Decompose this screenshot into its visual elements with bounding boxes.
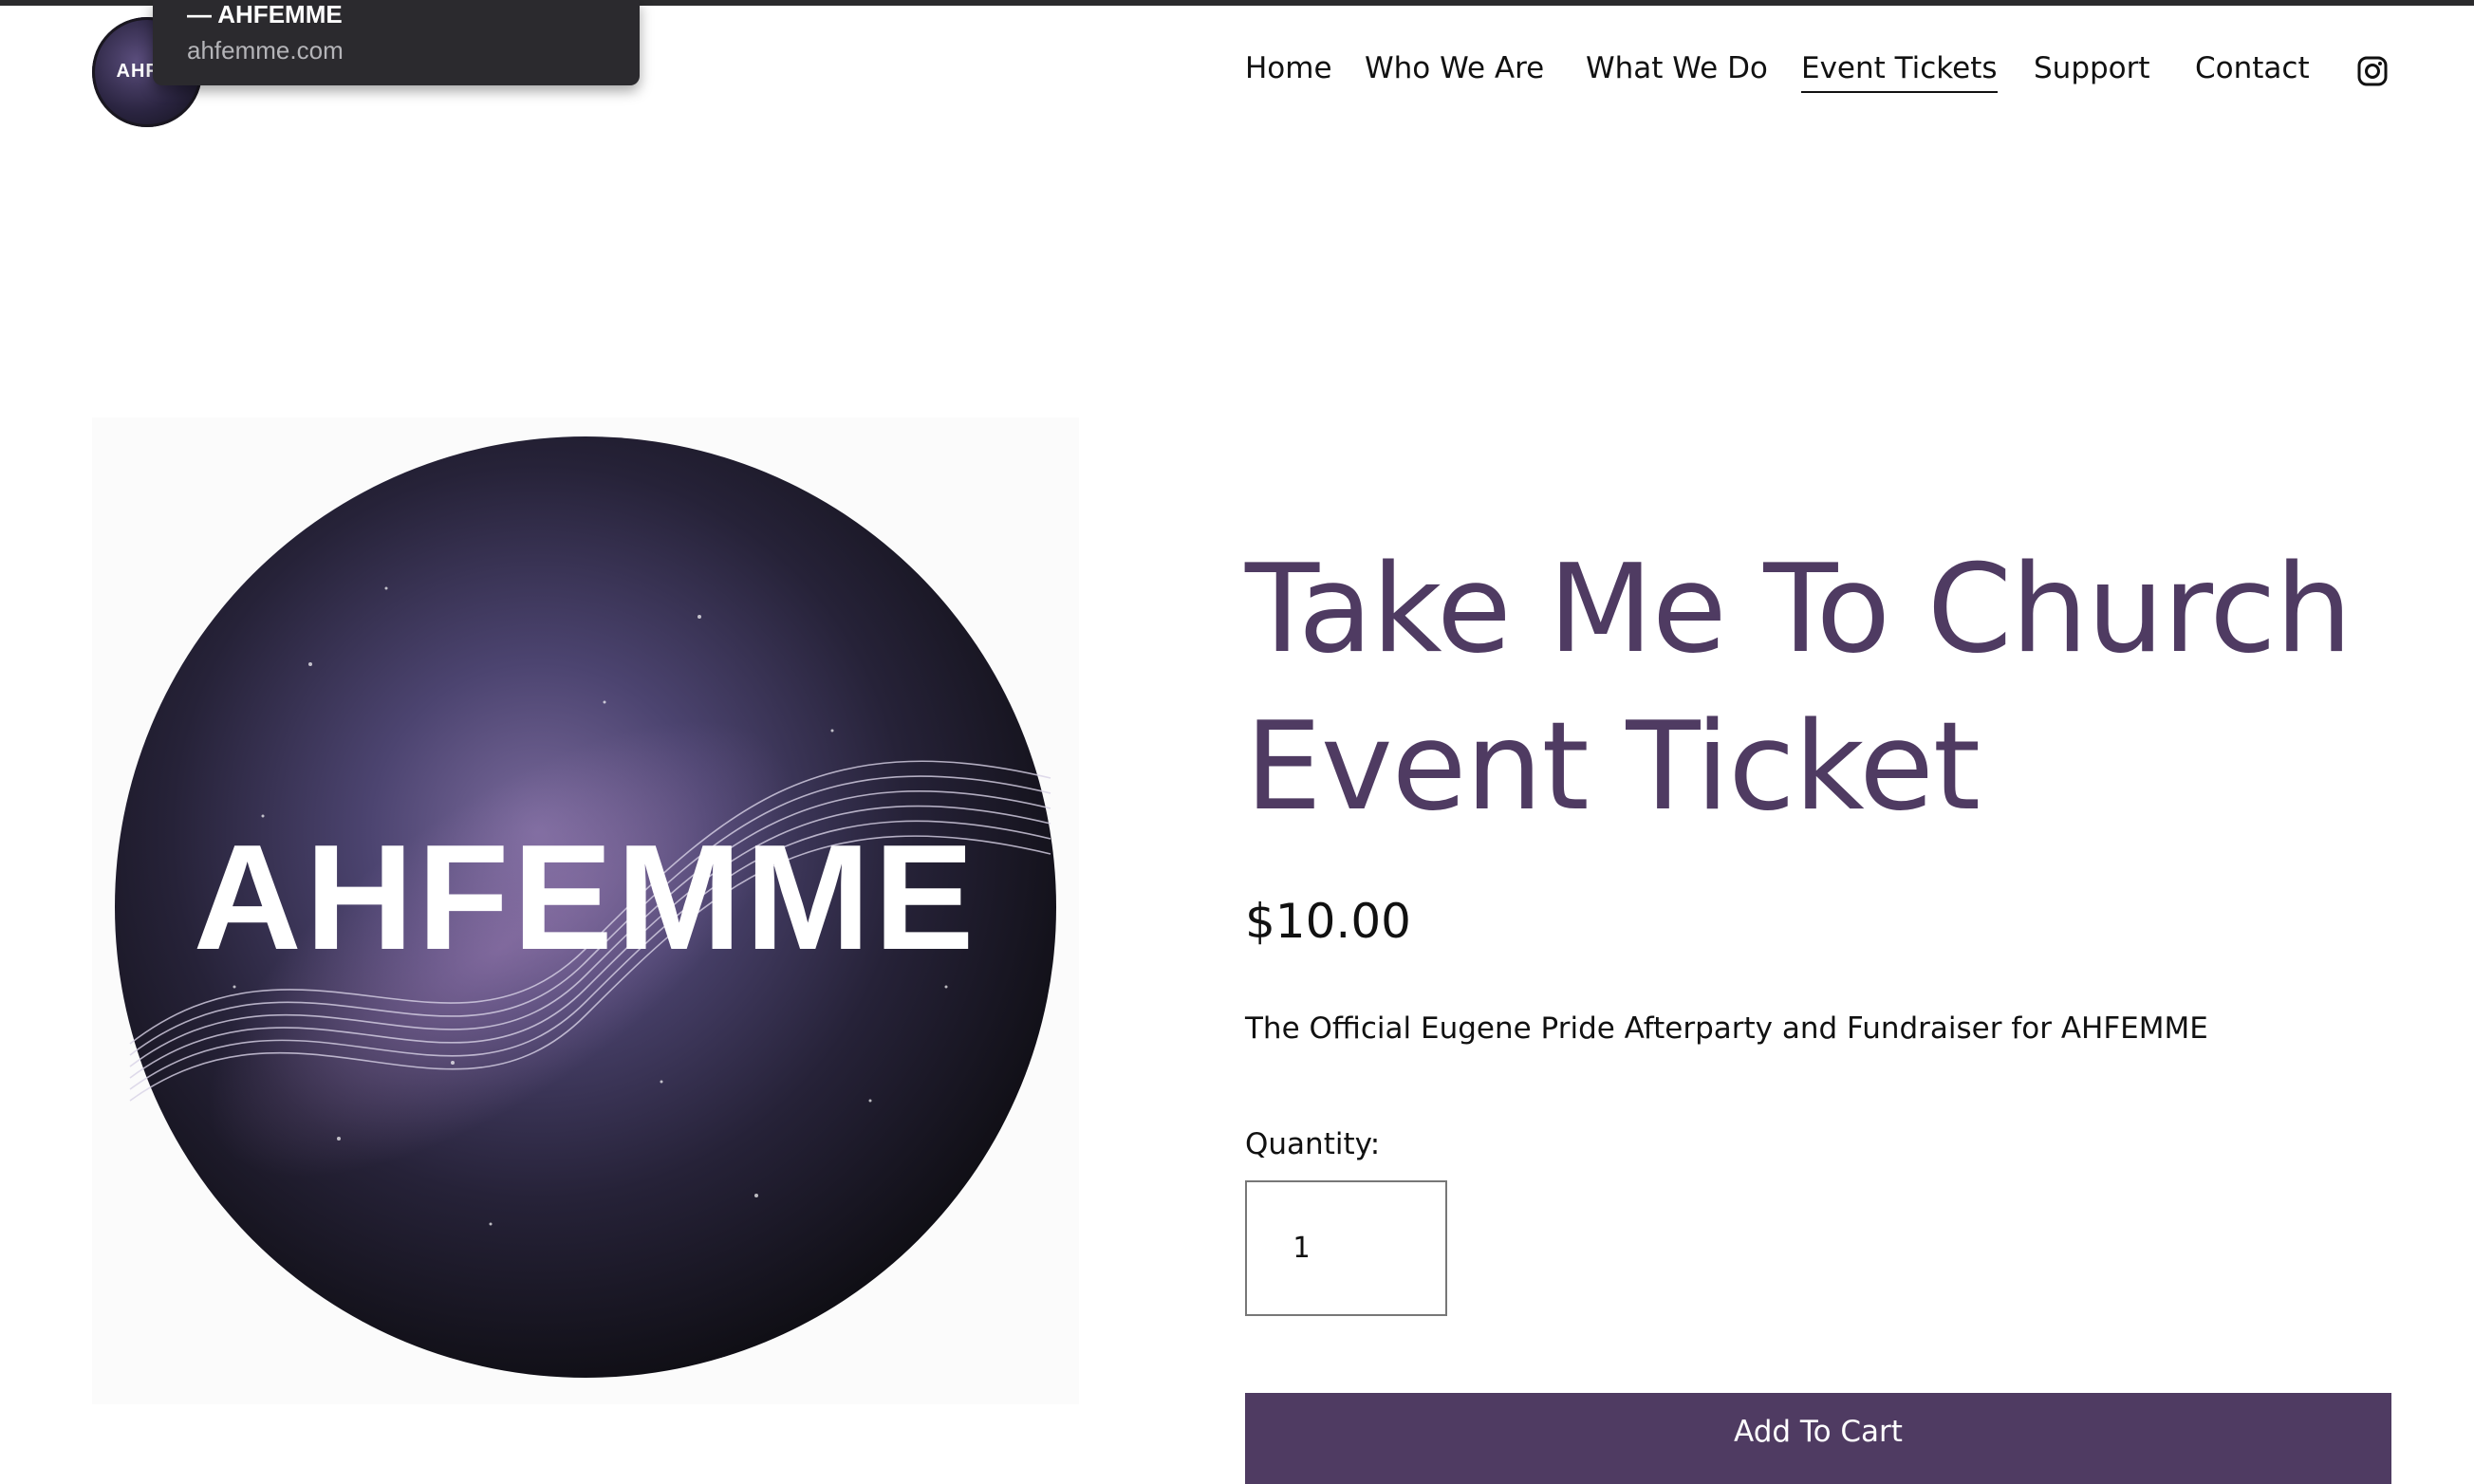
quantity-input[interactable] [1245,1180,1447,1316]
ahfemme-logo-image: AHFEMME [115,436,1056,1378]
product-price: $10.00 [1245,894,1411,949]
nav-what-we-do[interactable]: What We Do [1586,51,1768,85]
product-image: AHFEMME [92,417,1079,1404]
tooltip-title: — AHFEMME [187,0,343,28]
image-brand-text: AHFEMME [194,814,978,981]
tooltip-url: ahfemme.com [187,36,344,65]
product-description: The Official Eugene Pride Afterparty and… [1245,1011,2208,1046]
product-title-line1: Take Me To Church [1245,539,2353,680]
nav-support[interactable]: Support [2034,51,2150,85]
quantity-label: Quantity: [1245,1127,1381,1161]
nav-event-tickets[interactable]: Event Tickets [1801,51,1998,93]
product-title: Take Me To Church Event Ticket [1245,531,2422,846]
nav-contact[interactable]: Contact [2195,51,2310,85]
nav-who-we-are[interactable]: Who We Are [1365,51,1544,85]
product-title-line2: Event Ticket [1245,696,1981,838]
instagram-icon[interactable] [2357,56,2388,86]
link-preview-tooltip: — AHFEMME ahfemme.com [153,0,640,85]
nav-home[interactable]: Home [1245,51,1332,85]
add-to-cart-button[interactable]: Add To Cart [1245,1393,2391,1484]
